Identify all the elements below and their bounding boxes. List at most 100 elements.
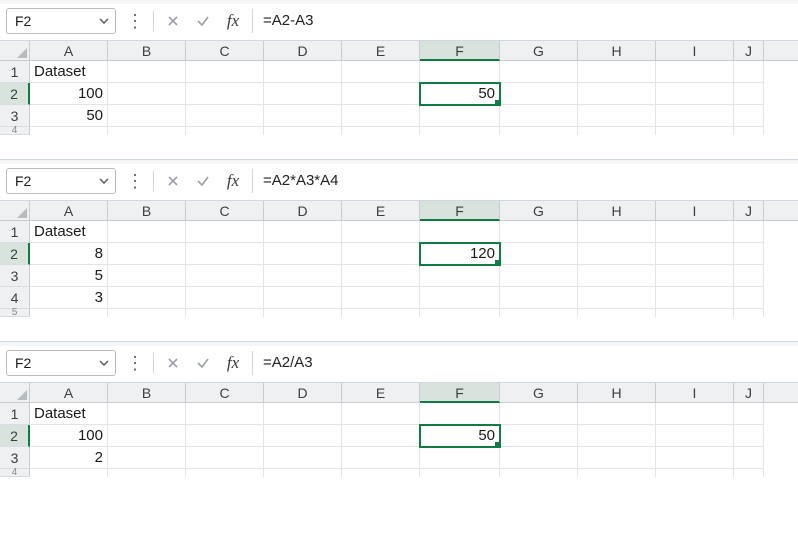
enter-icon[interactable] [192,10,214,32]
cancel-icon[interactable] [162,170,184,192]
cell[interactable] [186,447,264,469]
name-box[interactable]: F2 [6,350,116,376]
cell[interactable] [108,425,186,447]
cell[interactable] [420,287,500,309]
cell[interactable] [342,221,420,243]
cell[interactable] [578,243,656,265]
cell[interactable] [264,469,342,477]
cell[interactable] [578,403,656,425]
chevron-down-icon[interactable] [99,13,109,29]
cell[interactable] [656,425,734,447]
row-header[interactable]: 5 [0,309,30,317]
cell[interactable] [264,127,342,135]
column-header[interactable]: J [734,383,764,402]
cell[interactable] [342,287,420,309]
column-header[interactable]: G [500,383,578,402]
cell[interactable] [108,61,186,83]
column-header[interactable]: D [264,383,342,402]
row-header[interactable]: 4 [0,287,30,309]
cell[interactable] [186,61,264,83]
cell[interactable] [186,403,264,425]
cell[interactable] [734,403,764,425]
cell[interactable] [342,403,420,425]
cell[interactable] [734,243,764,265]
cell[interactable] [500,287,578,309]
formula-input[interactable]: =A2-A3 [252,9,792,33]
cell[interactable] [500,221,578,243]
column-header[interactable]: E [342,383,420,402]
cell[interactable] [342,105,420,127]
cell[interactable] [30,309,108,317]
column-header[interactable]: G [500,201,578,220]
cell[interactable] [264,447,342,469]
cell[interactable] [734,469,764,477]
cell[interactable]: Dataset [30,221,108,243]
menu-icon[interactable]: ⋮ [124,12,145,30]
cell[interactable]: 50 [420,425,500,447]
cell[interactable] [578,425,656,447]
cell[interactable] [578,221,656,243]
cell[interactable] [186,83,264,105]
cell[interactable] [500,243,578,265]
cell[interactable] [264,221,342,243]
cell[interactable] [656,287,734,309]
fx-icon[interactable]: fx [222,352,244,374]
cell[interactable] [342,309,420,317]
column-header[interactable]: F [420,383,500,403]
formula-input[interactable]: =A2/A3 [252,351,792,375]
cell[interactable] [108,309,186,317]
cell[interactable] [264,243,342,265]
formula-input[interactable]: =A2*A3*A4 [252,169,792,193]
cell[interactable] [264,309,342,317]
column-header[interactable]: I [656,201,734,220]
row-header[interactable]: 3 [0,265,30,287]
row-header[interactable]: 2 [0,83,30,105]
cell[interactable] [578,127,656,135]
cell[interactable]: 100 [30,425,108,447]
column-header[interactable]: A [30,383,108,402]
cell[interactable] [500,447,578,469]
menu-icon[interactable]: ⋮ [124,354,145,372]
cell[interactable] [420,221,500,243]
cell[interactable] [656,309,734,317]
cell[interactable] [734,127,764,135]
cell[interactable] [734,447,764,469]
cell[interactable] [342,265,420,287]
column-header[interactable]: C [186,41,264,60]
cell[interactable] [656,403,734,425]
column-header[interactable]: I [656,41,734,60]
cell[interactable]: 100 [30,83,108,105]
column-header[interactable]: B [108,41,186,60]
cell[interactable] [420,447,500,469]
cell[interactable] [500,425,578,447]
cell[interactable] [578,309,656,317]
cell[interactable] [342,61,420,83]
cell[interactable] [264,425,342,447]
cell[interactable] [578,61,656,83]
cell[interactable] [734,61,764,83]
select-all-icon[interactable] [0,201,30,220]
cell[interactable] [186,265,264,287]
cell[interactable] [500,265,578,287]
row-header[interactable]: 3 [0,447,30,469]
cell[interactable] [578,447,656,469]
name-box[interactable]: F2 [6,168,116,194]
cell[interactable]: 3 [30,287,108,309]
row-header[interactable]: 1 [0,61,30,83]
cell[interactable] [500,127,578,135]
cancel-icon[interactable] [162,352,184,374]
cell[interactable] [656,447,734,469]
cell[interactable] [342,243,420,265]
cell[interactable] [420,403,500,425]
cell[interactable] [264,83,342,105]
cell[interactable]: 120 [420,243,500,265]
enter-icon[interactable] [192,170,214,192]
cell[interactable] [656,469,734,477]
cell[interactable]: Dataset [30,61,108,83]
cell[interactable]: 50 [30,105,108,127]
column-header[interactable]: E [342,201,420,220]
cell[interactable] [578,265,656,287]
cell[interactable] [734,105,764,127]
cell[interactable] [656,221,734,243]
cell[interactable] [578,105,656,127]
